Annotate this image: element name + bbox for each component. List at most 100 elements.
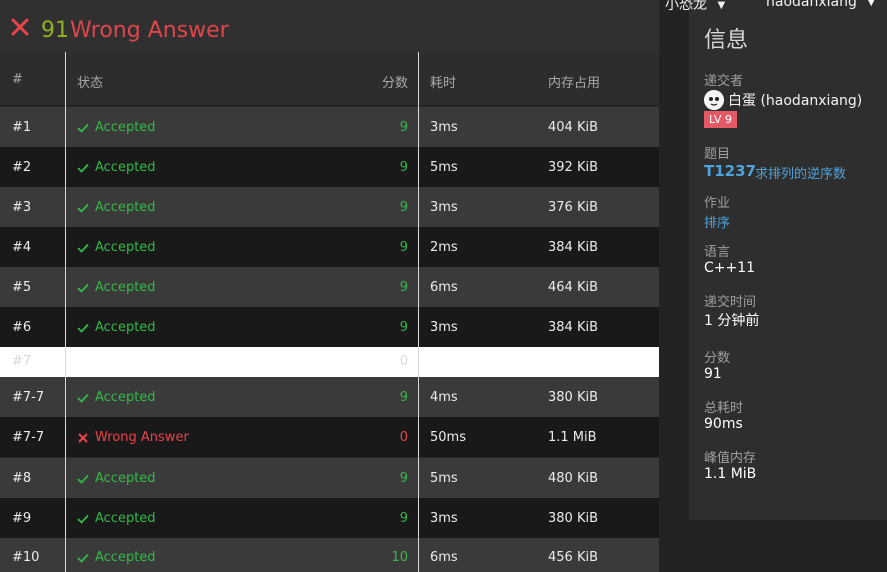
total-time-label: 总耗时 xyxy=(704,401,744,416)
assignment-label: 作业 xyxy=(704,196,731,211)
test-status[interactable]: Accepted xyxy=(77,160,156,175)
status-label: Accepted xyxy=(95,160,156,175)
status-label: Accepted xyxy=(95,511,156,526)
score-value: 91 xyxy=(704,366,722,382)
test-status[interactable]: Accepted xyxy=(77,390,156,405)
check-icon xyxy=(77,323,89,333)
test-memory: 380 KiB xyxy=(548,390,599,405)
nav-account-menu[interactable]: haodanxiang ▼ xyxy=(766,0,875,10)
problem-label: 题目 xyxy=(704,147,731,162)
x-icon xyxy=(78,432,88,443)
subtask-row[interactable]: #7 0 xyxy=(0,347,659,377)
test-time: 3ms xyxy=(430,320,458,335)
status-label: Accepted xyxy=(95,471,156,486)
total-time-value: 90ms xyxy=(704,416,743,432)
submitter-name[interactable]: 白蛋 (haodanxiang) xyxy=(728,90,862,110)
check-icon xyxy=(77,203,89,213)
avatar[interactable] xyxy=(704,90,724,110)
test-memory: 392 KiB xyxy=(548,160,599,175)
test-row[interactable]: #10 Accepted 10 6ms 456 KiB xyxy=(0,538,659,572)
test-row[interactable]: #7-7 Wrong Answer 0 50ms 1.1 MiB xyxy=(0,417,659,457)
result-header: 91 Wrong Answer xyxy=(0,0,659,52)
test-score: 9 xyxy=(399,200,408,215)
test-row[interactable]: #7-7 Accepted 9 4ms 380 KiB xyxy=(0,377,659,417)
peak-memory-label: 峰值内存 xyxy=(704,451,757,466)
problem-name-link[interactable]: 求排列的逆序数 xyxy=(755,163,846,182)
test-number: #8 xyxy=(12,471,32,486)
test-memory: 384 KiB xyxy=(548,320,599,335)
test-number: #3 xyxy=(12,200,32,215)
nav-user-menu[interactable]: 小恐龙 ▼ xyxy=(665,0,725,14)
test-status[interactable]: Accepted xyxy=(77,511,156,526)
test-status[interactable]: Accepted xyxy=(77,240,156,255)
test-score: 9 xyxy=(399,390,408,405)
test-score: 9 xyxy=(399,120,408,135)
test-status[interactable]: Accepted xyxy=(77,280,156,295)
test-status[interactable]: Wrong Answer xyxy=(77,430,189,445)
test-number: #5 xyxy=(12,280,32,295)
level-badge: LV 9 xyxy=(704,111,737,128)
verdict-text: Wrong Answer xyxy=(70,18,229,43)
test-number: #9 xyxy=(12,511,32,526)
chevron-down-icon[interactable]: ▼ xyxy=(867,0,875,8)
test-time: 3ms xyxy=(430,511,458,526)
nav-account-name[interactable]: haodanxiang xyxy=(766,0,857,10)
test-number: #6 xyxy=(12,320,32,335)
submit-time-value: 1 分钟前 xyxy=(704,313,760,329)
test-score: 10 xyxy=(391,550,408,565)
test-number: #7-7 xyxy=(12,390,45,405)
test-status[interactable]: Accepted xyxy=(77,471,156,486)
test-row[interactable]: #4 Accepted 9 2ms 384 KiB xyxy=(0,227,659,267)
test-score: 9 xyxy=(399,160,408,175)
test-score: 9 xyxy=(399,280,408,295)
header-score: 分数 xyxy=(381,76,408,91)
status-label: Accepted xyxy=(95,200,156,215)
test-status[interactable]: Accepted xyxy=(77,320,156,335)
check-icon xyxy=(77,514,89,524)
status-label: Accepted xyxy=(95,280,156,295)
test-number: #7-7 xyxy=(12,430,45,445)
header-status: 状态 xyxy=(77,76,104,91)
submit-time-label: 递交时间 xyxy=(704,295,757,310)
test-row[interactable]: #1 Accepted 9 3ms 404 KiB xyxy=(0,107,659,147)
test-row[interactable]: #8 Accepted 9 5ms 480 KiB xyxy=(0,458,659,498)
test-number: #4 xyxy=(12,240,32,255)
header-time: 耗时 xyxy=(430,76,457,91)
check-icon xyxy=(77,474,89,484)
test-row[interactable]: #9 Accepted 9 3ms 380 KiB xyxy=(0,498,659,538)
chevron-down-icon[interactable]: ▼ xyxy=(717,0,725,11)
test-score: 9 xyxy=(399,240,408,255)
assignment-link[interactable]: 排序 xyxy=(704,212,730,231)
language-value: C++11 xyxy=(704,260,756,276)
test-time: 5ms xyxy=(430,471,458,486)
test-memory: 384 KiB xyxy=(548,240,599,255)
test-row[interactable]: #2 Accepted 9 5ms 392 KiB xyxy=(0,147,659,187)
nav-user-name[interactable]: 小恐龙 xyxy=(665,0,707,13)
test-status[interactable]: Accepted xyxy=(77,200,156,215)
status-label: Accepted xyxy=(95,550,156,565)
test-memory: 404 KiB xyxy=(548,120,599,135)
test-number: #7 xyxy=(12,354,32,369)
test-status[interactable]: Accepted xyxy=(77,120,156,135)
test-row[interactable]: #5 Accepted 9 6ms 464 KiB xyxy=(0,267,659,307)
status-label: Wrong Answer xyxy=(95,430,189,445)
test-memory: 1.1 MiB xyxy=(548,430,597,445)
test-time: 6ms xyxy=(430,550,458,565)
test-row[interactable]: #3 Accepted 9 3ms 376 KiB xyxy=(0,187,659,227)
test-time: 2ms xyxy=(430,240,458,255)
test-status[interactable]: Accepted xyxy=(77,550,156,565)
problem-id-link[interactable]: T1237 xyxy=(704,162,756,180)
info-title: 信息 xyxy=(704,28,749,53)
status-label: Accepted xyxy=(95,240,156,255)
test-memory: 464 KiB xyxy=(548,280,599,295)
test-memory: 376 KiB xyxy=(548,200,599,215)
test-memory: 456 KiB xyxy=(548,550,599,565)
language-label: 语言 xyxy=(704,245,731,260)
test-time: 5ms xyxy=(430,160,458,175)
peak-memory-value: 1.1 MiB xyxy=(704,466,757,482)
test-number: #10 xyxy=(12,550,40,565)
test-score: 0 xyxy=(399,430,408,445)
avatar-face-icon xyxy=(704,90,724,110)
test-memory: 380 KiB xyxy=(548,511,599,526)
test-row[interactable]: #6 Accepted 9 3ms 384 KiB xyxy=(0,307,659,347)
